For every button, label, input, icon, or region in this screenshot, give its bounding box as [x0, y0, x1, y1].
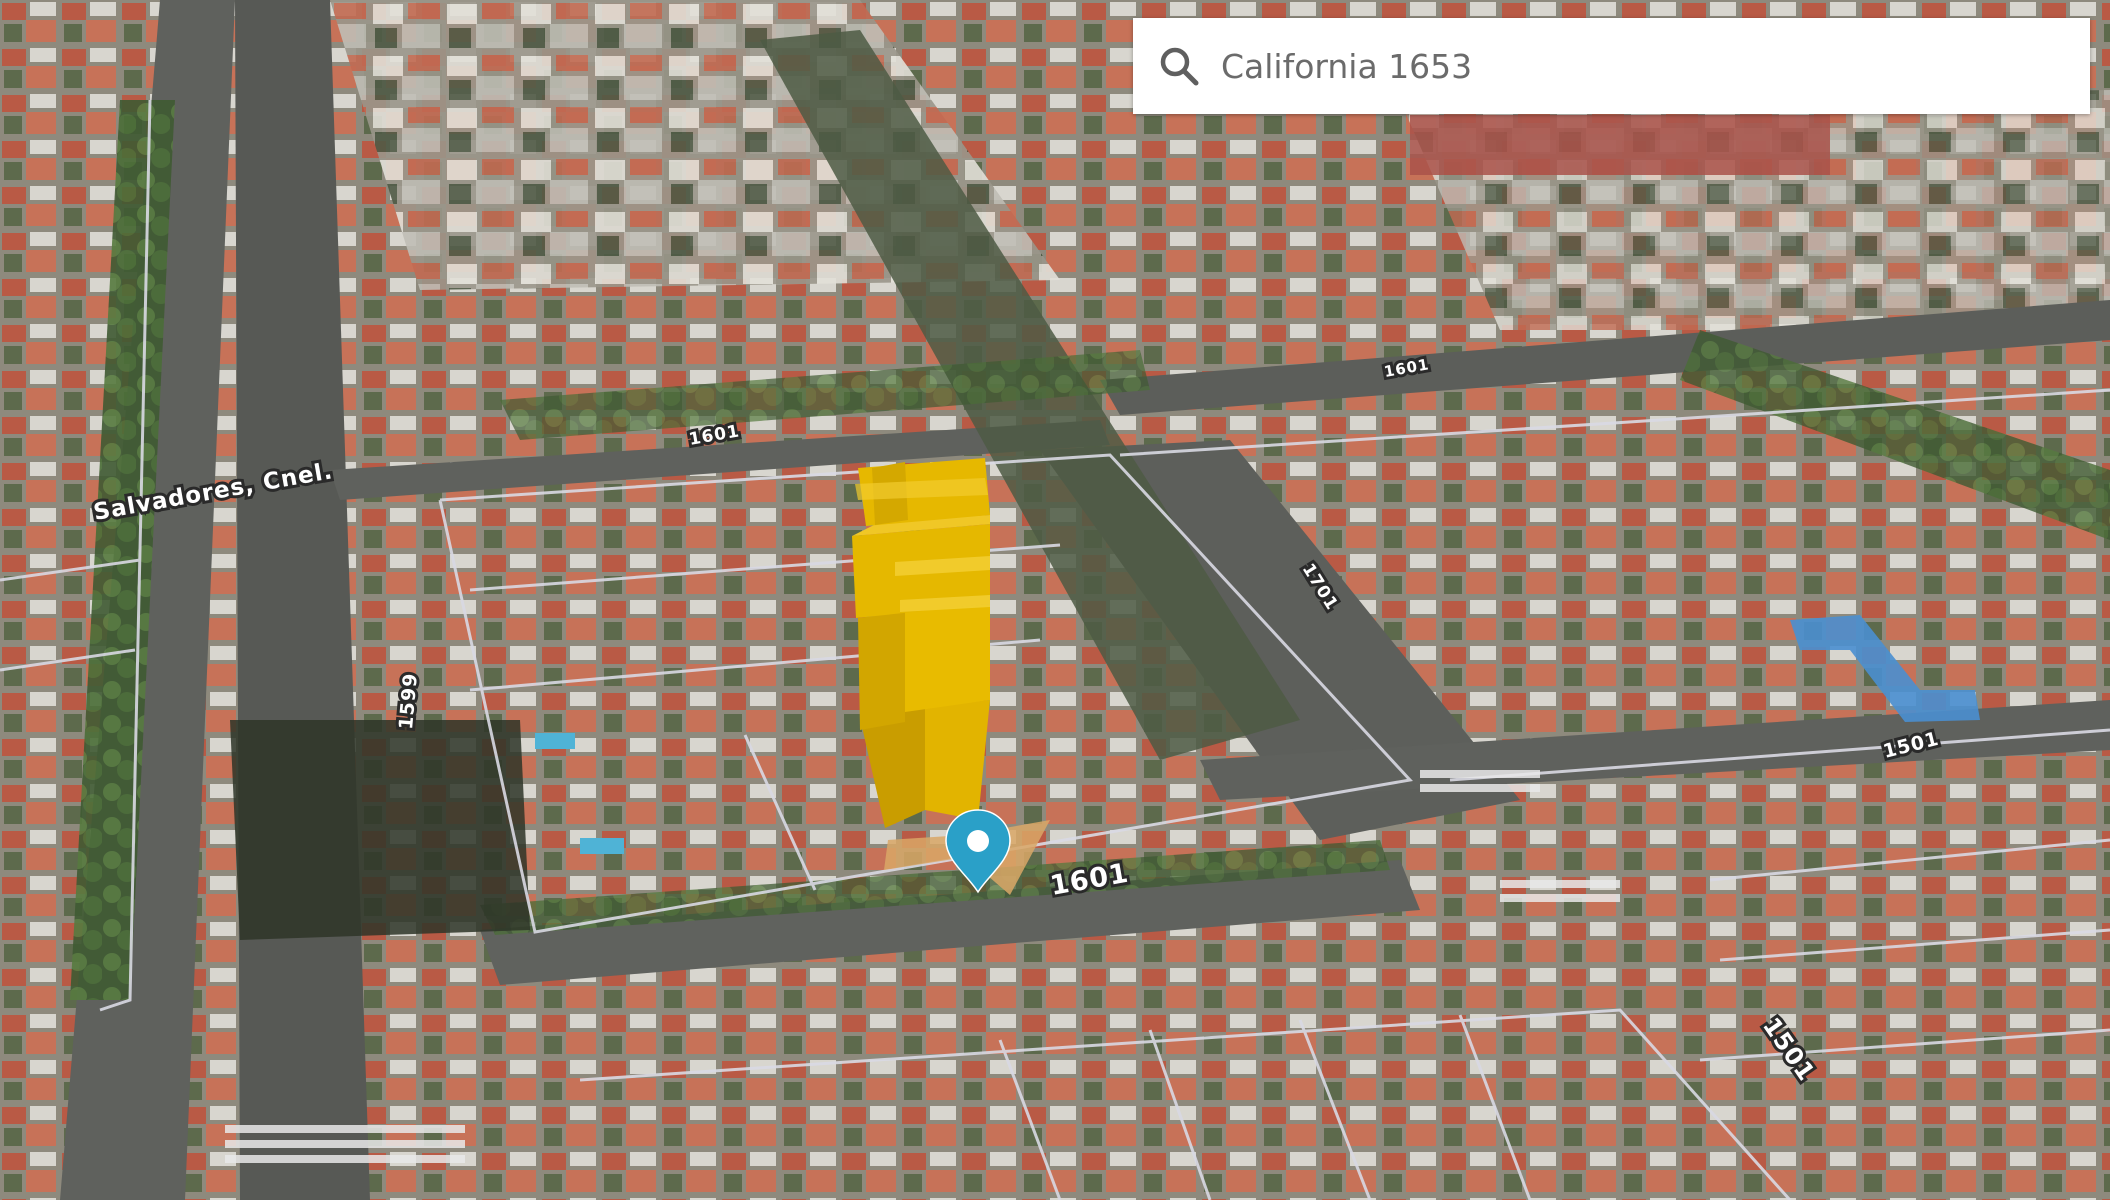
search-icon[interactable]	[1153, 40, 1205, 92]
map-view[interactable]: Salvadores, Cnel. 1601 1599 1601 1701 16…	[0, 0, 2110, 1200]
search-input[interactable]	[1219, 35, 2090, 97]
search-bar[interactable]	[1133, 18, 2090, 114]
